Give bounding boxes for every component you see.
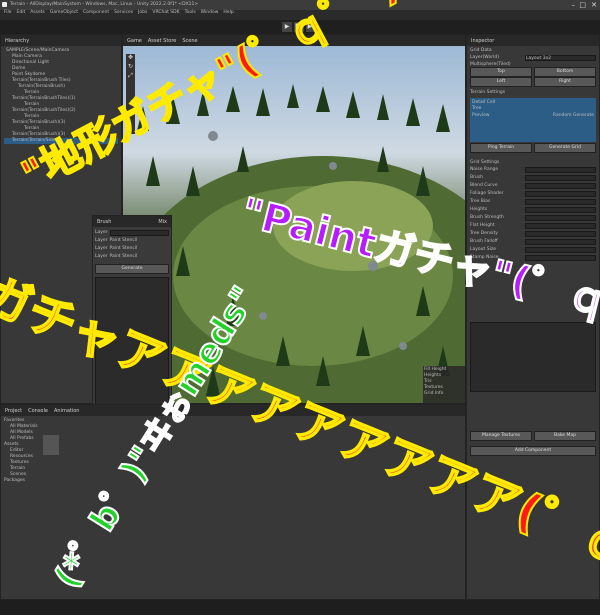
scene-tool-strip: ✥ ↻ ⤢ [126,54,135,134]
blend-curve-field[interactable] [525,183,596,189]
pause-button[interactable]: ❚❚ [294,22,304,32]
flat-height-field[interactable] [525,223,596,229]
tab-scene[interactable]: Scene [182,38,197,44]
foliage-shader-field[interactable] [525,191,596,197]
stamp-noise-field[interactable] [525,255,596,261]
close-icon[interactable]: ✕ [591,1,597,9]
overlay-value[interactable]: Paint Stencil [110,254,138,260]
menu-component[interactable]: Component [83,10,109,20]
inspector-label: Terrain Settings [470,90,506,95]
tab-asset-store[interactable]: Asset Store [148,38,176,44]
asset-thumbnail[interactable] [43,435,59,455]
menu-tools[interactable]: Tools [185,10,196,20]
inspector-tabbar: Inspector [467,35,599,46]
mode-value[interactable]: Preview [472,113,490,119]
unity-logo-icon [2,2,7,7]
noise-range-field[interactable] [525,167,596,173]
play-button[interactable]: ▶ [282,22,292,32]
inspector-panel: Inspector Grid Data Layer(World) Layout 3… [466,34,600,600]
scene-viewport[interactable]: ✥ ↻ ⤢ Fill Height Heights Tris Textures … [123,46,465,403]
menu-bar: File Edit Assets GameObject Component Se… [0,10,600,20]
step-button[interactable]: ▶| [306,22,316,32]
overlay-value[interactable]: Paint Stencil [110,238,138,244]
generate-grid-button[interactable]: Generate Grid [534,143,596,153]
overlay-field-label: Layer [95,230,108,235]
overlay-field-label: Layer [95,246,108,251]
bottom-slot[interactable]: Bottom [534,67,596,77]
inspector-log-area [470,322,596,392]
hierarchy-item-selected[interactable]: Terrain(Terrain/Side) [4,138,118,144]
ping-terrain-button[interactable]: Ping Terrain [470,143,532,153]
rotate-tool-icon[interactable]: ↻ [126,63,135,72]
top-slot[interactable]: Top [470,67,532,77]
tab-console[interactable]: Console [28,408,48,414]
move-tool-icon[interactable]: ✥ [126,54,135,63]
inspector-label: Brush Strength [470,215,504,220]
layout-dropdown[interactable]: Layout 3x2 [525,55,596,61]
terrain-settings-box: Detail Cell Tree Preview Random Generate [470,98,596,142]
menu-assets[interactable]: Assets [30,10,45,20]
manage-textures-button[interactable]: Manage Textures [470,431,532,441]
tree-bias-field[interactable] [525,199,596,205]
menu-edit[interactable]: Edit [17,10,26,20]
overlay-field-label: Layer [95,238,108,243]
tab-inspector[interactable]: Inspector [471,38,494,44]
project-panel: Project Console Animation Favorites All … [0,404,466,600]
brush-falloff-field[interactable] [525,239,596,245]
inspector-label: Tree Density [470,231,498,236]
generate-button[interactable]: Generate [95,264,169,274]
inspector-label: Noise Range [470,167,499,172]
tab-game[interactable]: Game [127,38,142,44]
menu-window[interactable]: Window [201,10,219,20]
left-slot[interactable]: Left [470,77,532,87]
scene-tabbar: Game Asset Store Scene [123,35,465,46]
inspector-label: Brush Falloff [470,239,498,244]
menu-services[interactable]: Services [114,10,133,20]
layout-size-field[interactable] [525,247,596,253]
overlay-field-label: Layer [95,254,108,259]
brush-strength-field[interactable] [525,215,596,221]
toolbar: ▶ ❚❚ ▶| [0,20,600,34]
overlay-value[interactable]: Paint Stencil [110,246,138,252]
menu-jobs[interactable]: Jobs [138,10,147,20]
tab-hierarchy[interactable]: Hierarchy [5,38,29,44]
window-title: Terrain - AllDisplay/MainSystem - Window… [10,2,199,7]
brush-overlay-title: Brush Mix [93,216,171,227]
title-bar: Terrain - AllDisplay/MainSystem - Window… [0,0,600,10]
scene-panel: Game Asset Store Scene ✥ ↻ ⤢ Fill Height… [122,34,466,404]
scene-info-box: Fill Height Heights Tris Textures Grid I… [423,366,465,403]
heights-field[interactable] [525,207,596,213]
terrain-render [123,84,465,403]
inspector-label: Brush [470,175,483,180]
inspector-label: Tree Bias [470,199,491,204]
inspector-label: Flat Height [470,223,495,228]
overlay-status: Mix [158,218,167,225]
scene-info-line: Grid Info [424,391,444,396]
overlay-field[interactable] [109,230,169,236]
scale-tool-icon[interactable]: ⤢ [126,72,135,81]
inspector-label: Layer(World) [470,55,499,60]
inspector-label: Blend Curve [470,183,498,188]
right-slot[interactable]: Right [534,77,596,87]
inspector-label: Layout Size [470,247,496,252]
inspector-label: Heights [470,207,488,212]
hierarchy-tabbar: Hierarchy [1,35,121,46]
inspector-label: Stamp Noise [470,255,499,260]
inspector-label: Foliage Shader [470,191,504,196]
tree-density-field[interactable] [525,231,596,237]
blend-value[interactable]: Random Generate [553,113,594,119]
tab-project[interactable]: Project [5,408,22,414]
project-tabbar: Project Console Animation [1,405,465,416]
menu-help[interactable]: Help [223,10,233,20]
maximize-icon[interactable]: □ [579,1,586,9]
bake-map-button[interactable]: Bake Map [534,431,596,441]
add-component-button[interactable]: Add Component [470,446,596,456]
menu-gameobject[interactable]: GameObject [50,10,78,20]
menu-vrchat[interactable]: VRChat SDK [152,10,179,20]
tab-animation[interactable]: Animation [54,408,80,414]
brush-field[interactable] [525,175,596,181]
minimize-icon[interactable]: – [572,1,576,9]
menu-file[interactable]: File [4,10,12,20]
project-folder[interactable]: Packages [4,478,64,484]
